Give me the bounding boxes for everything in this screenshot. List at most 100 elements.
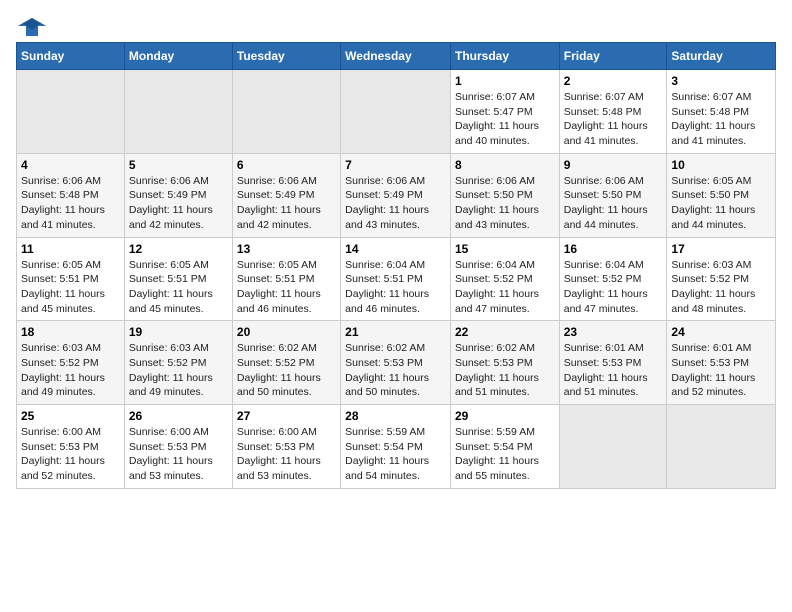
calendar-cell [667, 405, 776, 489]
calendar-cell [17, 70, 125, 154]
calendar-cell: 4 Sunrise: 6:06 AM Sunset: 5:48 PM Daylig… [17, 153, 125, 237]
calendar-cell [232, 70, 340, 154]
calendar-cell: 14 Sunrise: 6:04 AM Sunset: 5:51 PM Dayli… [341, 237, 451, 321]
day-number: 1 [455, 74, 555, 88]
day-info: Sunrise: 6:07 AM Sunset: 5:48 PM Dayligh… [564, 90, 663, 149]
calendar-cell: 17Sunrise: 6:03 AM Sunset: 5:52 PM Dayli… [667, 237, 776, 321]
calendar-cell: 3 Sunrise: 6:07 AM Sunset: 5:48 PM Daylig… [667, 70, 776, 154]
day-info: Sunrise: 6:06 AM Sunset: 5:50 PM Dayligh… [564, 174, 663, 233]
day-number: 26 [129, 409, 228, 423]
calendar-cell: 24 Sunrise: 6:01 AM Sunset: 5:53 PM Dayli… [667, 321, 776, 405]
calendar-week-row: 18 Sunrise: 6:03 AM Sunset: 5:52 PM Dayli… [17, 321, 776, 405]
day-info: Sunrise: 6:00 AM Sunset: 5:53 PM Dayligh… [129, 425, 228, 484]
day-info: Sunrise: 5:59 AM Sunset: 5:54 PM Dayligh… [455, 425, 555, 484]
day-number: 18 [21, 325, 120, 339]
calendar-cell [124, 70, 232, 154]
calendar-cell: 11 Sunrise: 6:05 AM Sunset: 5:51 PM Dayli… [17, 237, 125, 321]
day-number: 7 [345, 158, 446, 172]
day-number: 19 [129, 325, 228, 339]
day-number: 9 [564, 158, 663, 172]
day-number: 12 [129, 242, 228, 256]
calendar-day-header: Thursday [450, 43, 559, 70]
calendar-day-header: Sunday [17, 43, 125, 70]
day-number: 25 [21, 409, 120, 423]
day-info: Sunrise: 6:06 AM Sunset: 5:48 PM Dayligh… [21, 174, 120, 233]
day-info: Sunrise: 5:59 AM Sunset: 5:54 PM Dayligh… [345, 425, 446, 484]
day-info: Sunrise: 6:02 AM Sunset: 5:53 PM Dayligh… [455, 341, 555, 400]
day-number: 17 [671, 242, 771, 256]
calendar-cell: 9 Sunrise: 6:06 AM Sunset: 5:50 PM Daylig… [559, 153, 667, 237]
calendar-cell: 29 Sunrise: 5:59 AM Sunset: 5:54 PM Dayli… [450, 405, 559, 489]
calendar-cell: 5 Sunrise: 6:06 AM Sunset: 5:49 PM Daylig… [124, 153, 232, 237]
day-number: 15 [455, 242, 555, 256]
calendar-cell: 15 Sunrise: 6:04 AM Sunset: 5:52 PM Dayli… [450, 237, 559, 321]
day-number: 27 [237, 409, 336, 423]
day-info: Sunrise: 6:02 AM Sunset: 5:52 PM Dayligh… [237, 341, 336, 400]
calendar-cell: 28 Sunrise: 5:59 AM Sunset: 5:54 PM Dayli… [341, 405, 451, 489]
day-info: Sunrise: 6:05 AM Sunset: 5:51 PM Dayligh… [21, 258, 120, 317]
calendar-cell: 13 Sunrise: 6:05 AM Sunset: 5:51 PM Dayli… [232, 237, 340, 321]
calendar-week-row: 11 Sunrise: 6:05 AM Sunset: 5:51 PM Dayli… [17, 237, 776, 321]
day-info: Sunrise: 6:03 AM Sunset: 5:52 PM Dayligh… [129, 341, 228, 400]
day-info: Sunrise: 6:01 AM Sunset: 5:53 PM Dayligh… [671, 341, 771, 400]
calendar-cell [341, 70, 451, 154]
day-info: Sunrise: 6:04 AM Sunset: 5:52 PM Dayligh… [564, 258, 663, 317]
calendar-cell: 21 Sunrise: 6:02 AM Sunset: 5:53 PM Dayli… [341, 321, 451, 405]
calendar-cell: 18Sunrise: 6:03 AM Sunset: 5:52 PM Dayli… [17, 321, 125, 405]
day-info: Sunrise: 6:02 AM Sunset: 5:53 PM Dayligh… [345, 341, 446, 400]
calendar-body: 1 Sunrise: 6:07 AM Sunset: 5:47 PM Daylig… [17, 70, 776, 489]
calendar-day-header: Tuesday [232, 43, 340, 70]
day-number: 10 [671, 158, 771, 172]
day-number: 23 [564, 325, 663, 339]
day-number: 16 [564, 242, 663, 256]
day-number: 6 [237, 158, 336, 172]
day-info: Sunrise: 6:04 AM Sunset: 5:52 PM Dayligh… [455, 258, 555, 317]
calendar-cell: 10 Sunrise: 6:05 AM Sunset: 5:50 PM Dayli… [667, 153, 776, 237]
day-number: 14 [345, 242, 446, 256]
day-number: 24 [671, 325, 771, 339]
calendar-cell: 16 Sunrise: 6:04 AM Sunset: 5:52 PM Dayli… [559, 237, 667, 321]
calendar-header-row: SundayMondayTuesdayWednesdayThursdayFrid… [17, 43, 776, 70]
calendar-cell: 27 Sunrise: 6:00 AM Sunset: 5:53 PM Dayli… [232, 405, 340, 489]
calendar-cell: 19 Sunrise: 6:03 AM Sunset: 5:52 PM Dayli… [124, 321, 232, 405]
calendar-day-header: Saturday [667, 43, 776, 70]
day-info: Sunrise: 6:07 AM Sunset: 5:48 PM Dayligh… [671, 90, 771, 149]
day-info: Sunrise: 6:04 AM Sunset: 5:51 PM Dayligh… [345, 258, 446, 317]
calendar-table: SundayMondayTuesdayWednesdayThursdayFrid… [16, 42, 776, 489]
day-number: 2 [564, 74, 663, 88]
day-info: Sunrise: 6:07 AM Sunset: 5:47 PM Dayligh… [455, 90, 555, 149]
day-number: 11 [21, 242, 120, 256]
day-number: 8 [455, 158, 555, 172]
calendar-week-row: 1 Sunrise: 6:07 AM Sunset: 5:47 PM Daylig… [17, 70, 776, 154]
day-info: Sunrise: 6:01 AM Sunset: 5:53 PM Dayligh… [564, 341, 663, 400]
day-number: 4 [21, 158, 120, 172]
day-number: 3 [671, 74, 771, 88]
day-info: Sunrise: 6:00 AM Sunset: 5:53 PM Dayligh… [237, 425, 336, 484]
logo [16, 16, 46, 34]
day-number: 22 [455, 325, 555, 339]
day-number: 13 [237, 242, 336, 256]
calendar-cell: 1 Sunrise: 6:07 AM Sunset: 5:47 PM Daylig… [450, 70, 559, 154]
calendar-cell: 12Sunrise: 6:05 AM Sunset: 5:51 PM Dayli… [124, 237, 232, 321]
day-info: Sunrise: 6:05 AM Sunset: 5:51 PM Dayligh… [237, 258, 336, 317]
calendar-week-row: 4 Sunrise: 6:06 AM Sunset: 5:48 PM Daylig… [17, 153, 776, 237]
day-number: 28 [345, 409, 446, 423]
day-number: 5 [129, 158, 228, 172]
day-number: 20 [237, 325, 336, 339]
calendar-day-header: Monday [124, 43, 232, 70]
day-info: Sunrise: 6:06 AM Sunset: 5:49 PM Dayligh… [237, 174, 336, 233]
day-info: Sunrise: 6:06 AM Sunset: 5:49 PM Dayligh… [129, 174, 228, 233]
calendar-cell: 26 Sunrise: 6:00 AM Sunset: 5:53 PM Dayli… [124, 405, 232, 489]
day-info: Sunrise: 6:06 AM Sunset: 5:49 PM Dayligh… [345, 174, 446, 233]
calendar-cell: 25Sunrise: 6:00 AM Sunset: 5:53 PM Dayli… [17, 405, 125, 489]
day-info: Sunrise: 6:06 AM Sunset: 5:50 PM Dayligh… [455, 174, 555, 233]
calendar-cell: 7 Sunrise: 6:06 AM Sunset: 5:49 PM Daylig… [341, 153, 451, 237]
day-info: Sunrise: 6:05 AM Sunset: 5:50 PM Dayligh… [671, 174, 771, 233]
calendar-cell: 8 Sunrise: 6:06 AM Sunset: 5:50 PM Daylig… [450, 153, 559, 237]
calendar-cell: 23 Sunrise: 6:01 AM Sunset: 5:53 PM Dayli… [559, 321, 667, 405]
calendar-day-header: Friday [559, 43, 667, 70]
day-number: 21 [345, 325, 446, 339]
calendar-cell: 20 Sunrise: 6:02 AM Sunset: 5:52 PM Dayli… [232, 321, 340, 405]
day-number: 29 [455, 409, 555, 423]
calendar-cell: 22 Sunrise: 6:02 AM Sunset: 5:53 PM Dayli… [450, 321, 559, 405]
